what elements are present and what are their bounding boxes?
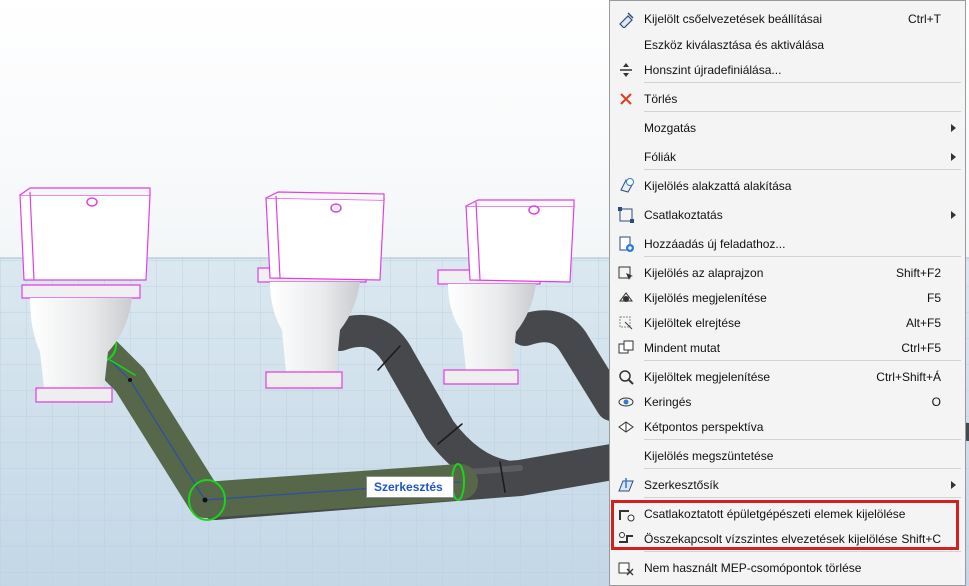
menu-separator <box>644 256 961 257</box>
menu-item-shortcut: Shift+F2 <box>895 266 941 280</box>
menu-item-20[interactable]: Összekapcsolt vízszintes elvezetések kij… <box>610 527 965 551</box>
submenu-arrow-icon <box>951 211 956 219</box>
menu-item-16[interactable]: Kétpontos perspektíva <box>610 415 965 439</box>
menu-item-label: Hozzáadás új feladathoz... <box>644 237 786 251</box>
menu-item-12[interactable]: Kijelöltek elrejtése Alt+F5 <box>610 311 965 335</box>
add-to-task-icon <box>617 235 635 253</box>
menu-item-label: Eszköz kiválasztása és aktiválása <box>644 38 825 52</box>
menu-item-5[interactable]: Mozgatás <box>610 116 965 140</box>
menu-item-label: Csatlakoztatás <box>644 208 723 222</box>
menu-item-shortcut: Ctrl+F5 <box>901 341 941 355</box>
delete-unused-nodes-icon <box>617 559 635 577</box>
menu-item-shortcut: Ctrl+T <box>908 12 941 26</box>
submenu-arrow-icon <box>951 153 956 161</box>
hide-selected-icon <box>617 314 635 332</box>
menu-separator <box>644 82 961 83</box>
menu-item-label: Szerkesztősík <box>644 478 719 492</box>
menu-item-label: Kijelöltek megjelenítése <box>644 370 771 384</box>
menu-item-18[interactable]: Szerkesztősík <box>610 473 965 497</box>
menu-item-19[interactable]: Csatlakoztatott épületgépészeti elemek k… <box>610 502 965 526</box>
menu-item-shortcut: Ctrl+Shift+Á <box>876 370 941 384</box>
menu-item-3[interactable]: Honszint újradefiniálása... <box>610 58 965 82</box>
edit-tooltip: Szerkesztés <box>366 476 454 498</box>
menu-item-2[interactable]: Eszköz kiválasztása és aktiválása <box>610 33 965 57</box>
menu-item-label: Fóliák <box>644 150 677 164</box>
menu-item-4[interactable]: Törlés <box>610 87 965 111</box>
menu-item-8[interactable]: Csatlakoztatás <box>610 203 965 227</box>
menu-item-label: Kijelölés az alaprajzon <box>644 266 764 280</box>
show-selection-icon <box>617 289 635 307</box>
menu-item-21[interactable]: Nem használt MEP-csomópontok törlése <box>610 556 965 580</box>
menu-separator <box>644 551 961 552</box>
two-point-perspective-icon <box>617 418 635 436</box>
menu-item-6[interactable]: Fóliák <box>610 145 965 169</box>
menu-item-label: Mindent mutat <box>644 341 721 355</box>
menu-item-9[interactable]: Hozzáadás új feladathoz... <box>610 232 965 256</box>
convert-to-morph-icon <box>617 177 635 195</box>
menu-item-label: Törlés <box>644 92 678 106</box>
menu-separator <box>644 439 961 440</box>
menu-item-label: Kijelölt csőelvezetések beállításai <box>644 12 823 26</box>
menu-item-label: Kijelölés megszüntetése <box>644 449 774 463</box>
menu-separator <box>644 169 961 170</box>
menu-item-label: Honszint újradefiniálása... <box>644 63 782 77</box>
connect-icon <box>617 206 635 224</box>
zoom-to-selection-icon <box>617 368 635 386</box>
menu-item-shortcut: Alt+F5 <box>905 316 941 330</box>
menu-item-label: Kijelöltek elrejtése <box>644 316 741 330</box>
menu-item-10[interactable]: Kijelölés az alaprajzon Shift+F2 <box>610 261 965 285</box>
orbit-icon <box>617 393 635 411</box>
menu-item-13[interactable]: Mindent mutat Ctrl+F5 <box>610 336 965 360</box>
select-connected-mep-icon <box>617 505 635 523</box>
menu-item-label: Mozgatás <box>644 121 697 135</box>
submenu-arrow-icon <box>951 124 956 132</box>
menu-item-15[interactable]: Keringés O <box>610 390 965 414</box>
menu-item-label: Csatlakoztatott épületgépészeti elemek k… <box>644 507 906 521</box>
editing-plane-icon <box>617 476 635 494</box>
menu-separator <box>644 360 961 361</box>
select-linked-routes-icon <box>617 530 635 548</box>
delete-x-icon <box>617 90 635 108</box>
menu-item-label: Kétpontos perspektíva <box>644 420 764 434</box>
menu-item-7[interactable]: Kijelölés alakzattá alakítása <box>610 174 965 198</box>
level-redefine-icon <box>617 61 635 79</box>
menu-item-label: Keringés <box>644 395 692 409</box>
menu-item-shortcut: F5 <box>926 291 941 305</box>
menu-item-14[interactable]: Kijelöltek megjelenítése Ctrl+Shift+Á <box>610 365 965 389</box>
menu-item-17[interactable]: Kijelölés megszüntetése <box>610 444 965 468</box>
menu-item-shortcut: Shift+C <box>901 532 941 546</box>
context-menu[interactable]: Kijelölt csőelvezetések beállításai Ctrl+… <box>609 0 966 586</box>
menu-separator <box>644 111 961 112</box>
menu-item-label: Összekapcsolt vízszintes elvezetések kij… <box>644 532 898 546</box>
menu-separator <box>644 497 961 498</box>
menu-item-label: Nem használt MEP-csomópontok törlése <box>644 561 862 575</box>
menu-item-1[interactable]: Kijelölt csőelvezetések beállításai Ctrl+… <box>610 7 965 31</box>
show-all-icon <box>617 339 635 357</box>
select-on-floorplan-icon <box>617 264 635 282</box>
menu-item-label: Kijelölés megjelenítése <box>644 291 767 305</box>
submenu-arrow-icon <box>951 481 956 489</box>
pipe-settings-icon <box>617 10 635 28</box>
menu-item-shortcut: O <box>931 395 941 409</box>
menu-item-11[interactable]: Kijelölés megjelenítése F5 <box>610 286 965 310</box>
menu-separator <box>644 468 961 469</box>
menu-item-label: Kijelölés alakzattá alakítása <box>644 179 792 193</box>
